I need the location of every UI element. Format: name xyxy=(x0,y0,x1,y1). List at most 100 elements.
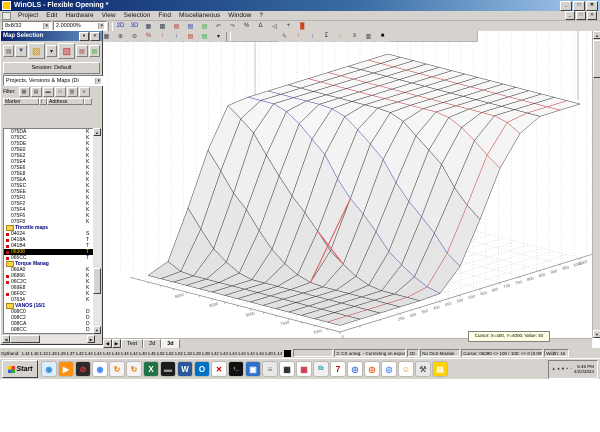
taskbar-icon-excel[interactable]: X xyxy=(144,362,158,376)
save-version-button[interactable]: ▼ xyxy=(15,45,27,57)
scroll-thumb[interactable] xyxy=(593,40,600,78)
sort-down-button[interactable]: ↓ xyxy=(306,30,319,42)
start-button[interactable]: Start xyxy=(2,360,38,378)
mdi-minimize-button[interactable]: _ xyxy=(565,11,575,20)
scroll-thumb[interactable] xyxy=(10,335,40,343)
black-box-button[interactable]: ■ xyxy=(376,30,389,42)
chevron-down-icon[interactable]: ▾ xyxy=(95,77,101,84)
tree-mode-combo[interactable]: Projects, Versions & Maps (Di ▾ xyxy=(3,75,104,86)
mdi-restore-button[interactable]: □ xyxy=(576,11,586,20)
panel-vertical-scrollbar[interactable]: ▲ ▼ xyxy=(93,128,101,334)
taskbar-icon-palette[interactable]: ▦ xyxy=(297,362,311,376)
taskbar-icon-chrome[interactable]: ◉ xyxy=(93,362,107,376)
menu-project[interactable]: Project xyxy=(14,12,42,19)
taskbar-icon-folder[interactable]: ▣ xyxy=(246,362,260,376)
taskbar-icon-media[interactable]: ▶ xyxy=(59,362,73,376)
title-bar[interactable]: WinOLS - Flexible Opening * _ □ ✕ xyxy=(0,0,600,11)
redo-button[interactable]: ↷ xyxy=(226,20,239,32)
dropdown-button[interactable]: ▾ xyxy=(212,30,225,42)
scroll-down-icon[interactable]: ▼ xyxy=(93,326,101,334)
taskbar-icon-word[interactable]: W xyxy=(178,362,192,376)
edit-button[interactable]: ✎ xyxy=(278,30,291,42)
import-button[interactable]: ▤ xyxy=(76,45,88,57)
menu-edit[interactable]: Edit xyxy=(42,12,61,19)
minimize-button[interactable]: _ xyxy=(560,0,572,11)
chevron-down-icon[interactable]: ▾ xyxy=(43,23,49,29)
scroll-up-icon[interactable]: ▲ xyxy=(93,128,101,136)
chart-vertical-scrollbar[interactable]: ▲ ▼ xyxy=(592,31,600,338)
taskbar-icon-person[interactable]: ☺ xyxy=(399,362,413,376)
taskbar-icon-seven[interactable]: 7 xyxy=(331,362,345,376)
taskbar-icon-ring[interactable]: ◎ xyxy=(365,362,379,376)
export-button[interactable]: ▤ xyxy=(88,45,101,57)
taskbar-icon-wallet[interactable]: ▬ xyxy=(161,362,175,376)
tab-scroll-left-icon[interactable]: ◀ xyxy=(103,339,112,348)
taskbar-icon-flag[interactable]: ▦ xyxy=(280,362,294,376)
sort-up-button[interactable]: ↑ xyxy=(292,30,305,42)
arrow-up-button[interactable]: ↑ xyxy=(156,30,169,42)
map-view-green-button[interactable]: ▤ xyxy=(198,30,211,42)
taskbar-icon-chat[interactable]: ▤ xyxy=(433,362,447,376)
filter-3d-button[interactable]: ▧ xyxy=(66,87,78,97)
column-header-sort[interactable] xyxy=(84,98,92,105)
sigma-button[interactable]: Σ xyxy=(320,30,333,42)
panel-pin-button[interactable]: ▾ xyxy=(79,31,89,41)
tray-icon-left[interactable]: ◂ xyxy=(557,366,560,372)
delta-button[interactable]: Δ xyxy=(254,20,267,32)
columns-button[interactable]: ▥ xyxy=(362,30,375,42)
column-header-marker[interactable]: Marker xyxy=(3,98,39,105)
open-red-folder-button[interactable]: ▨ xyxy=(58,43,76,59)
scroll-up-icon[interactable]: ▲ xyxy=(593,31,600,39)
taskbar-icon-outlook[interactable]: O xyxy=(195,362,209,376)
open-project-button[interactable]: ▨ xyxy=(27,43,45,59)
list-header[interactable]: Marker / Address xyxy=(3,98,100,105)
taskbar-icon-sync1[interactable]: ↻ xyxy=(110,362,124,376)
tray-icon-volume[interactable]: ◦ xyxy=(570,366,572,372)
scroll-thumb[interactable] xyxy=(93,268,101,295)
chevron-down-icon[interactable]: ▾ xyxy=(98,23,104,29)
new-version-button[interactable]: ▤ xyxy=(3,45,15,57)
filter-all-button[interactable]: ▦ xyxy=(18,87,30,97)
panel-close-button[interactable]: ✕ xyxy=(90,31,100,41)
column-header-/[interactable]: / xyxy=(39,98,47,105)
menu-miscellaneous[interactable]: Miscellaneous xyxy=(175,12,224,19)
menu-[interactable]: ? xyxy=(255,12,267,19)
taskbar-icon-sync2[interactable]: ↻ xyxy=(127,362,141,376)
percent2-button[interactable]: % xyxy=(142,30,155,42)
surface-plot[interactable]: 1407000750080008500900002503003504004505… xyxy=(103,31,592,338)
taskbar-icon-close-red[interactable]: ✕ xyxy=(212,362,226,376)
scroll-left-icon[interactable]: ◀ xyxy=(2,335,10,343)
maximize-button[interactable]: □ xyxy=(573,0,585,11)
percent-button[interactable]: % xyxy=(240,20,253,32)
menu-window[interactable]: Window xyxy=(224,12,255,19)
session-button[interactable]: Session: Default xyxy=(3,62,100,74)
filter-2d-button[interactable]: ▭ xyxy=(54,87,66,97)
close-button[interactable]: ✕ xyxy=(586,0,598,11)
tray-icon-up[interactable]: ▴ xyxy=(552,366,555,372)
list-button[interactable]: ≡ xyxy=(348,30,361,42)
bulb-button[interactable]: ☼ xyxy=(334,30,347,42)
map-3d-window[interactable]: 1407000750080008500900002503003504004505… xyxy=(103,31,592,338)
menu-selection[interactable]: Selection xyxy=(120,12,155,19)
zoom-in-button[interactable]: ⊕ xyxy=(114,30,127,42)
filter-text-button[interactable]: ≡ xyxy=(78,87,90,97)
tray-icon-net[interactable]: ▪ xyxy=(566,366,568,372)
mdi-close-button[interactable]: ✕ xyxy=(587,11,597,20)
scroll-right-icon[interactable]: ▶ xyxy=(87,335,95,343)
taskbar-icon-opera[interactable]: ◎ xyxy=(348,362,362,376)
map-row-008CE[interactable]: 008CED xyxy=(4,333,95,334)
taskbar-icon-wrench[interactable]: ⚒ xyxy=(416,362,430,376)
zoom-out-button[interactable]: ⊖ xyxy=(128,30,141,42)
menu-view[interactable]: View xyxy=(98,12,120,19)
taskbar-icon-photo[interactable]: ⊘ xyxy=(76,362,90,376)
filter-1d-button[interactable]: ▬ xyxy=(42,87,54,97)
column-header-address[interactable]: Address xyxy=(47,98,84,105)
tray-icon-status[interactable]: ● xyxy=(561,366,564,372)
scroll-down-icon[interactable]: ▼ xyxy=(593,330,600,338)
clock[interactable]: 5:46 PM 4/22/2024 xyxy=(574,364,594,374)
menu-hardware[interactable]: Hardware xyxy=(61,12,97,19)
taskbar-icon-raindrop[interactable]: ◉ xyxy=(42,362,56,376)
tab-scroll-right-icon[interactable]: ▶ xyxy=(112,339,121,348)
menu-find[interactable]: Find xyxy=(154,12,175,19)
panel-horizontal-scrollbar[interactable]: ◀ ▶ xyxy=(2,335,95,343)
